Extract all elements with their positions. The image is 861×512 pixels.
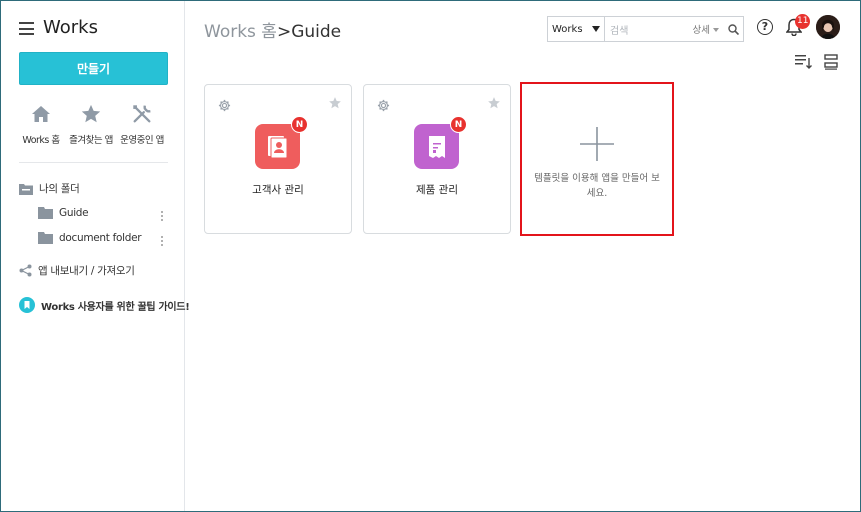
home-icon	[14, 101, 68, 127]
new-badge: N	[291, 116, 308, 133]
app-title: Works	[43, 17, 98, 38]
share-icon	[19, 264, 32, 277]
caret-down-icon	[592, 24, 600, 35]
list-view-icon[interactable]	[824, 54, 838, 74]
star-icon[interactable]	[328, 95, 342, 114]
breadcrumb: Works 홈>Guide	[204, 17, 341, 42]
my-folder[interactable]: 나의 폴더	[19, 181, 80, 196]
tools-icon	[115, 101, 169, 127]
folder-icon	[38, 232, 53, 244]
search-input[interactable]: 검색	[605, 22, 693, 37]
export-import-label: 앱 내보내기 / 가져오기	[38, 265, 135, 277]
sort-icon[interactable]	[795, 54, 813, 74]
folder-icon	[19, 183, 33, 195]
help-icon[interactable]: ?	[757, 19, 773, 35]
folder-label: Guide	[59, 207, 89, 219]
new-badge: N	[450, 116, 467, 133]
folder-label: document folder	[59, 232, 142, 244]
export-import-link[interactable]: 앱 내보내기 / 가져오기	[19, 263, 135, 278]
create-button[interactable]: 만들기	[19, 52, 168, 85]
more-options-icon[interactable]	[159, 211, 165, 223]
sidebar: Works 만들기 Works 홈 즐겨찾는 앱 운영중인 앱 나의 폴더 Gu…	[1, 1, 190, 511]
breadcrumb-current: Guide	[291, 22, 342, 42]
caret-down-icon	[713, 24, 719, 35]
app-name: 고객사 관리	[252, 184, 304, 196]
shortcut-operating-apps[interactable]: 운영중인 앱	[115, 101, 169, 146]
gear-icon[interactable]	[377, 97, 390, 116]
shortcut-label: 운영중인 앱	[120, 135, 164, 146]
guide-link[interactable]: Works 사용자를 위한 꿀팁 가이드!	[19, 297, 190, 313]
breadcrumb-home[interactable]: Works 홈	[204, 22, 277, 42]
my-folder-label: 나의 폴더	[39, 183, 80, 195]
shortcut-favorite-apps[interactable]: 즐겨찾는 앱	[64, 101, 118, 146]
search-scope-select[interactable]: Works	[548, 17, 605, 41]
star-icon	[64, 101, 118, 127]
bookmark-icon	[19, 297, 35, 313]
shortcut-label: 즐겨찾는 앱	[69, 135, 113, 146]
shortcut-works-home[interactable]: Works 홈	[14, 101, 68, 146]
app-card[interactable]: N 제품 관리	[363, 84, 511, 234]
folder-item-document[interactable]: document folder	[38, 232, 142, 244]
advanced-search-button[interactable]: 상세	[693, 22, 723, 36]
plus-icon	[580, 127, 614, 165]
folder-item-guide[interactable]: Guide	[38, 207, 89, 219]
folder-icon	[38, 207, 53, 219]
menu-icon[interactable]	[19, 22, 34, 35]
search-bar: Works 검색 상세	[547, 16, 744, 42]
divider	[19, 162, 168, 163]
avatar[interactable]	[816, 15, 840, 39]
breadcrumb-separator: >	[276, 22, 292, 42]
search-icon[interactable]	[723, 23, 743, 35]
advanced-search-label: 상세	[692, 25, 710, 36]
search-scope-value: Works	[552, 23, 583, 35]
more-options-icon[interactable]	[159, 236, 165, 248]
shortcut-label: Works 홈	[22, 135, 60, 146]
app-card[interactable]: N 고객사 관리	[204, 84, 352, 234]
guide-link-label: Works 사용자를 위한 꿀팁 가이드!	[41, 301, 190, 313]
create-from-template-card[interactable]: 템플릿을 이용해 앱을 만들어 보세요.	[520, 82, 674, 236]
app-name: 제품 관리	[416, 184, 458, 196]
gear-icon[interactable]	[218, 97, 231, 116]
template-hint: 템플릿을 이용해 앱을 만들어 보세요.	[534, 173, 660, 199]
star-icon[interactable]	[487, 95, 501, 114]
